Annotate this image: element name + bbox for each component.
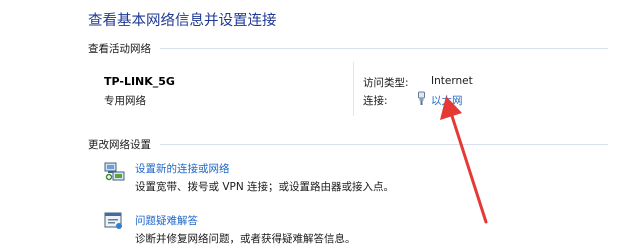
connection-label: 连接: <box>363 95 388 107</box>
troubleshoot-icon <box>104 211 124 231</box>
vertical-divider <box>353 62 354 116</box>
divider <box>160 48 608 49</box>
setup-new-connection-description: 设置宽带、拨号或 VPN 连接；或设置路由器或接入点。 <box>135 181 395 193</box>
new-connection-icon <box>104 160 126 182</box>
troubleshoot-problems-link[interactable]: 问题疑难解答 <box>135 213 198 228</box>
active-networks-label: 查看活动网络 <box>88 43 151 55</box>
ethernet-connection-link[interactable]: 以太网 <box>431 93 463 108</box>
troubleshoot-problems-description: 诊断并修复网络问题，或者获得疑难解答信息。 <box>135 233 356 245</box>
access-type-label: 访问类型: <box>363 77 409 89</box>
ethernet-icon <box>417 91 426 105</box>
annotation-arrow <box>440 96 488 224</box>
network-type: 专用网络 <box>104 95 146 107</box>
setup-new-connection-link[interactable]: 设置新的连接或网络 <box>135 161 230 176</box>
divider <box>160 144 608 145</box>
network-name: TP-LINK_5G <box>104 75 175 88</box>
access-type-value: Internet <box>431 75 473 87</box>
page-title: 查看基本网络信息并设置连接 <box>88 13 277 29</box>
change-settings-label: 更改网络设置 <box>88 139 151 151</box>
